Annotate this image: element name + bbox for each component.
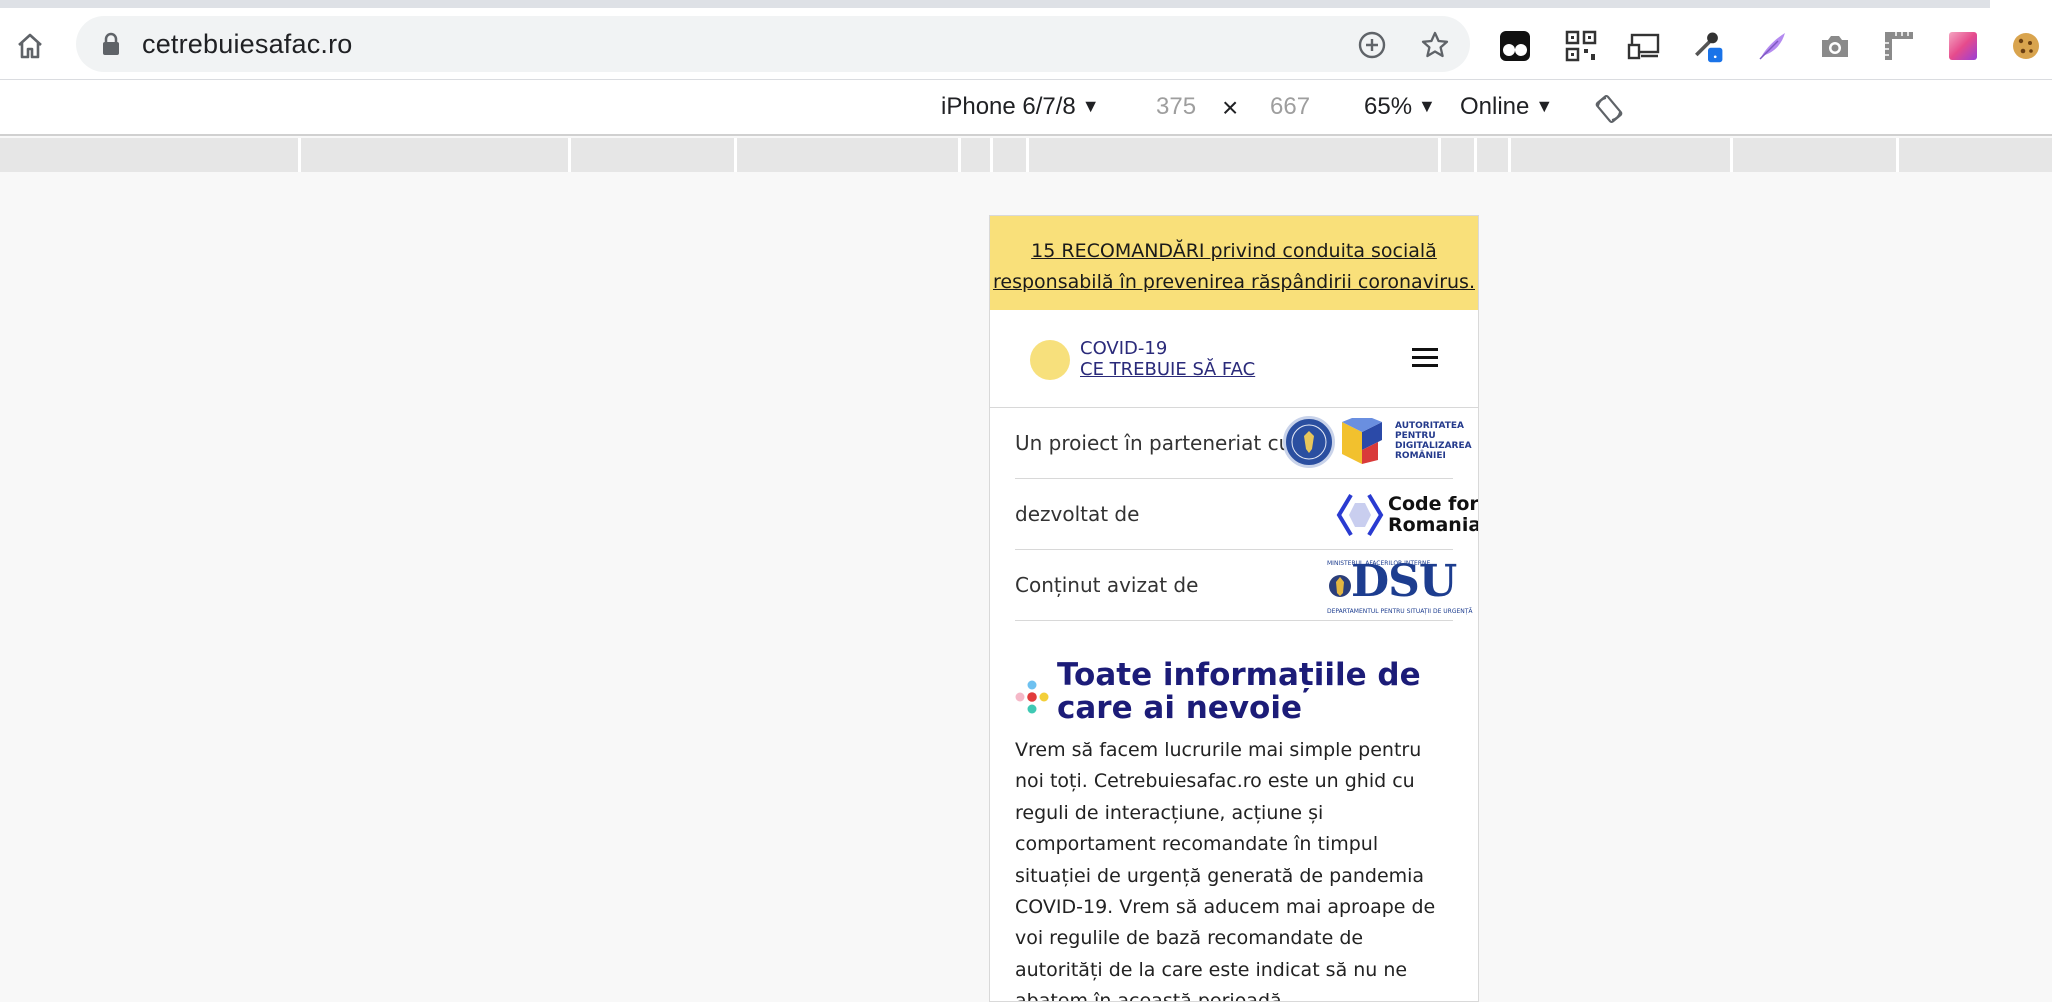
endorsement-row: Conținut avizat de MINISTERUL AFACERILOR… xyxy=(1015,550,1473,621)
media-query-divider xyxy=(1474,138,1477,172)
device-select[interactable]: iPhone 6/7/8 ▼ xyxy=(941,93,1100,121)
media-query-divider xyxy=(1438,138,1441,172)
media-query-bar[interactable] xyxy=(0,138,2052,172)
eyedropper-icon[interactable] xyxy=(1690,28,1726,64)
intro-paragraph: Vrem să facem lucrurile mai simple pentr… xyxy=(1015,739,1436,1002)
media-query-divider xyxy=(568,138,571,172)
address-bar[interactable]: cetrebuiesafac.ro xyxy=(76,16,1470,72)
feather-icon[interactable] xyxy=(1754,28,1790,64)
partners-label: Un proiect în parteneriat cu xyxy=(1015,431,1292,455)
logo-title: COVID-19 xyxy=(1080,338,1168,359)
logo-circle-icon[interactable] xyxy=(1030,340,1070,380)
device-viewport: 15 RECOMANDĂRI privind conduita socială r… xyxy=(989,215,1479,1002)
endorsement-label: Conținut avizat de xyxy=(1015,573,1199,597)
media-query-divider xyxy=(1896,138,1899,172)
ruler-icon[interactable] xyxy=(1881,28,1917,64)
bookmark-star-icon[interactable] xyxy=(1420,30,1450,60)
cookie-icon[interactable] xyxy=(2008,28,2044,64)
developer-label: dezvoltat de xyxy=(1015,502,1140,526)
window-top-strip xyxy=(0,0,2052,8)
lock-icon[interactable] xyxy=(100,32,122,56)
zoom-value: 65% xyxy=(1364,93,1413,120)
chevron-down-icon: ▼ xyxy=(1418,96,1436,116)
tampermonkey-icon[interactable] xyxy=(1497,28,1533,64)
qr-code-icon[interactable] xyxy=(1563,28,1599,64)
dsu-department-text: DEPARTAMENTUL PENTRU SITUAȚII DE URGENȚĂ xyxy=(1327,608,1473,615)
colored-dots-icon xyxy=(1015,680,1049,720)
width-input[interactable]: 375 xyxy=(1156,93,1196,121)
url-text[interactable]: cetrebuiesafac.ro xyxy=(142,29,353,60)
site-logo[interactable]: COVID-19 CE TREBUIE SĂ FAC xyxy=(1080,338,1255,380)
section-title: Toate informațiile de care ai nevoie xyxy=(1057,657,1421,726)
add-icon[interactable] xyxy=(1357,30,1387,60)
times-icon: × xyxy=(1222,92,1239,123)
device-name: iPhone 6/7/8 xyxy=(941,93,1076,120)
partners-row: Un proiect în parteneriat cu AUTORITATEA… xyxy=(1015,408,1472,479)
height-input[interactable]: 667 xyxy=(1270,93,1310,121)
cast-icon[interactable] xyxy=(1626,28,1662,64)
site-header: COVID-19 CE TREBUIE SĂ FAC xyxy=(990,310,1478,408)
network-value: Online xyxy=(1460,93,1530,120)
home-icon[interactable] xyxy=(14,30,46,62)
dsu-emblem-icon[interactable] xyxy=(1328,571,1352,601)
banner-link[interactable]: 15 RECOMANDĂRI privind conduita socială r… xyxy=(993,240,1475,293)
logo-subtitle: CE TREBUIE SĂ FAC xyxy=(1080,359,1256,380)
adr-logo-text: AUTORITATEA PENTRU DIGITALIZAREA ROMÂNIE… xyxy=(1395,421,1472,461)
announcement-banner: 15 RECOMANDĂRI privind conduita socială r… xyxy=(990,216,1478,310)
media-query-divider xyxy=(958,138,961,172)
chevron-down-icon: ▼ xyxy=(1081,96,1100,116)
dsu-logo[interactable]: DSU xyxy=(1351,556,1457,607)
banner-line: 15 RECOMANDĂRI privind conduita socială xyxy=(1031,240,1437,262)
government-seal-icon[interactable] xyxy=(1283,416,1335,468)
chevron-down-icon: ▼ xyxy=(1535,96,1554,116)
code-for-romania-logo[interactable]: Code for Romania xyxy=(1388,494,1478,536)
network-select[interactable]: Online ▼ xyxy=(1460,93,1553,121)
media-query-divider xyxy=(298,138,301,172)
color-palette-icon[interactable] xyxy=(1945,28,1981,64)
media-query-divider xyxy=(734,138,737,172)
media-query-divider xyxy=(1508,138,1511,172)
camera-icon[interactable] xyxy=(1817,28,1853,64)
adr-logo-icon[interactable] xyxy=(1338,414,1386,468)
zoom-select[interactable]: 65% ▼ xyxy=(1364,93,1436,121)
device-toolbar: iPhone 6/7/8 ▼ 375 × 667 65% ▼ Online ▼ xyxy=(0,80,2052,136)
code-for-romania-icon[interactable] xyxy=(1335,493,1385,537)
intro-section: Toate informațiile de care ai nevoie Vre… xyxy=(990,621,1478,1002)
hamburger-menu-icon[interactable] xyxy=(1412,348,1438,370)
browser-toolbar: cetrebuiesafac.ro xyxy=(0,8,2052,80)
rotate-icon[interactable] xyxy=(1594,94,1624,124)
banner-line: responsabilă în prevenirea răspândirii c… xyxy=(992,271,1475,293)
media-query-divider xyxy=(990,138,993,172)
media-query-divider xyxy=(1026,138,1029,172)
media-query-divider xyxy=(1730,138,1733,172)
developer-row: dezvoltat de Code for Romania xyxy=(1015,479,1478,550)
